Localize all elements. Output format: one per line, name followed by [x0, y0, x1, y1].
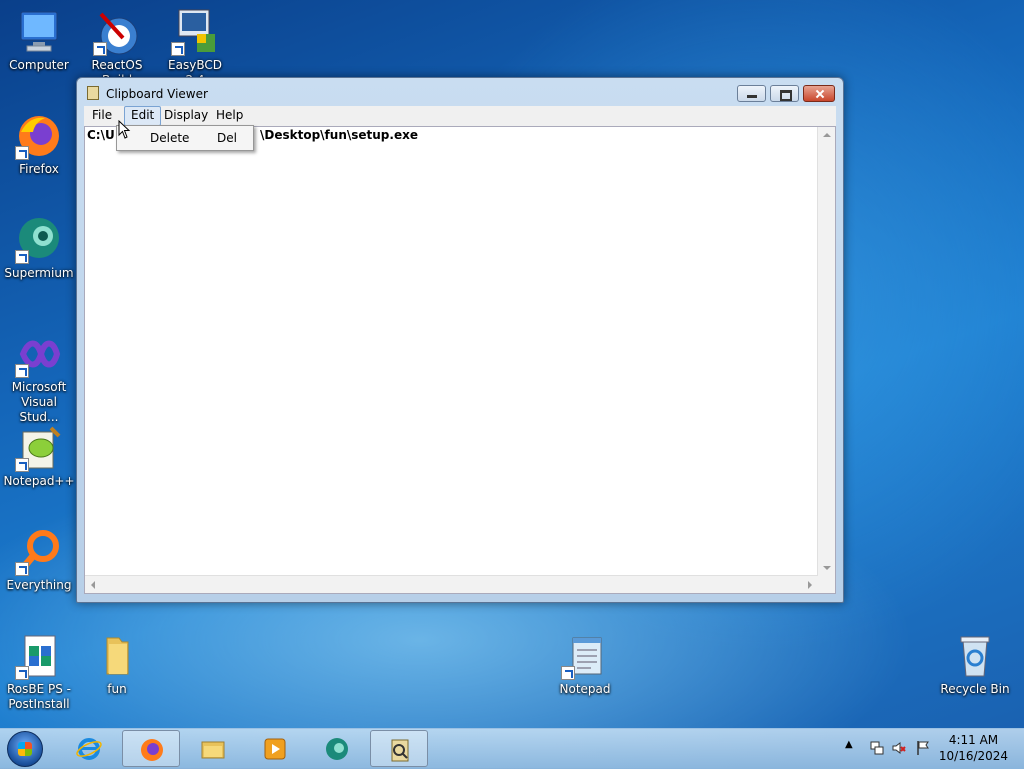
desktop-icon-label: Recycle Bin: [940, 682, 1010, 696]
desktop-icon-rosbe-postinstall[interactable]: RosBE PS - PostInstall: [3, 632, 75, 712]
folder-icon: [93, 632, 141, 680]
menu-display[interactable]: Display: [158, 106, 214, 126]
menu-file[interactable]: File: [86, 106, 118, 126]
taskbar-firefox[interactable]: [122, 730, 180, 767]
desktop-icon-supermium[interactable]: Supermium: [3, 216, 75, 281]
desktop-icon-firefox[interactable]: Firefox: [3, 112, 75, 177]
visual-studio-icon: [15, 330, 63, 378]
menu-bar: File Edit Display Help: [84, 106, 836, 126]
taskbar-media-player[interactable]: [246, 730, 304, 767]
scroll-left-icon[interactable]: [91, 581, 95, 589]
mouse-cursor-icon: [118, 120, 131, 139]
easybcd-icon: [171, 8, 219, 56]
shortcut-arrow-icon: [15, 250, 29, 264]
folder-icon: [201, 741, 225, 759]
vertical-scrollbar[interactable]: [817, 127, 835, 576]
desktop-icon-notepad-plus-plus[interactable]: Notepad++: [3, 424, 75, 489]
desktop-icon-label: Everything: [6, 578, 72, 592]
desktop-icon-label: Firefox: [19, 162, 59, 176]
recycle-bin-icon: [951, 632, 999, 680]
scrollbar-corner: [818, 576, 835, 593]
desktop-icon-label: fun: [107, 682, 127, 696]
firefox-icon: [141, 739, 163, 761]
desktop-icon-notepad[interactable]: Notepad: [549, 632, 621, 697]
desktop-icon-computer[interactable]: Computer: [3, 8, 75, 73]
scroll-down-icon[interactable]: [823, 566, 831, 570]
shortcut-arrow-icon: [171, 42, 185, 56]
horizontal-scrollbar[interactable]: [85, 575, 818, 593]
supermium-icon: [15, 216, 63, 264]
menu-item-label: Delete: [150, 131, 190, 145]
desktop-icon-label: Computer: [9, 58, 69, 72]
shortcut-arrow-icon: [93, 42, 107, 56]
clipboard-text-end: \Desktop\fun\setup.exe: [260, 128, 418, 142]
shortcut-arrow-icon: [15, 562, 29, 576]
media-player-icon: [264, 738, 286, 760]
window-title: Clipboard Viewer: [106, 87, 208, 101]
clipboard-text-start: C:\U: [87, 128, 115, 142]
desktop-icon-fun-folder[interactable]: fun: [81, 632, 153, 697]
desktop-icon-label: RosBE PS - PostInstall: [6, 682, 72, 711]
shortcut-arrow-icon: [15, 458, 29, 472]
notepad-plus-plus-icon: [15, 424, 63, 472]
desktop-icon-easybcd[interactable]: EasyBCD 2.4: [159, 8, 231, 88]
shortcut-arrow-icon: [15, 364, 29, 378]
taskbar-internet-explorer[interactable]: [60, 730, 118, 767]
everything-search-icon: [15, 528, 63, 576]
desktop-icon-label: Supermium: [4, 266, 74, 280]
desktop-icon-recycle-bin[interactable]: Recycle Bin: [939, 632, 1011, 697]
internet-explorer-icon: [76, 738, 102, 760]
clock-time: 4:11 AM: [948, 733, 999, 747]
clipboard-viewer-window: Clipboard Viewer File Edit Display Help …: [76, 77, 844, 603]
volume-muted-icon[interactable]: [891, 740, 907, 756]
start-button[interactable]: [7, 731, 43, 767]
clipboard-content-area[interactable]: C:\U \Desktop\fun\setup.exe: [84, 126, 836, 594]
reactos-build-icon: [93, 8, 141, 56]
edit-menu-dropdown: Delete Del: [116, 125, 254, 151]
desktop-icon-label: Microsoft Visual Stud...: [11, 380, 67, 424]
taskbar-supermium[interactable]: [308, 730, 366, 767]
action-center-flag-icon[interactable]: [915, 740, 931, 756]
scroll-up-icon[interactable]: [823, 133, 831, 137]
taskbar-file-explorer[interactable]: [184, 730, 242, 767]
supermium-icon: [326, 738, 348, 760]
menu-item-shortcut: Del: [217, 131, 237, 145]
scroll-right-icon[interactable]: [808, 581, 812, 589]
computer-icon: [15, 8, 63, 56]
minimize-button[interactable]: [737, 85, 766, 102]
desktop-icon-reactos-build[interactable]: ReactOS Build: [81, 8, 153, 88]
title-bar[interactable]: Clipboard Viewer: [77, 78, 843, 106]
tray-show-hidden-icon[interactable]: ▲: [845, 739, 853, 750]
menu-item-delete[interactable]: Delete Del: [117, 126, 253, 150]
clipboard-viewer-icon: [391, 739, 409, 762]
clipboard-icon: [87, 86, 99, 100]
notepad-icon: [561, 632, 609, 680]
desktop-icon-everything[interactable]: Everything: [3, 528, 75, 593]
shortcut-arrow-icon: [561, 666, 575, 680]
taskbar-clipboard-viewer[interactable]: [370, 730, 428, 767]
shortcut-arrow-icon: [15, 666, 29, 680]
desktop-icon-visual-studio[interactable]: Microsoft Visual Stud...: [3, 330, 75, 425]
desktop-icon-label: Notepad++: [3, 474, 75, 488]
firefox-icon: [15, 112, 63, 160]
maximize-button[interactable]: [770, 85, 799, 102]
taskbar-clock[interactable]: 4:11 AM 10/16/2024: [936, 732, 1011, 764]
close-button[interactable]: [803, 85, 835, 102]
clock-date: 10/16/2024: [938, 749, 1009, 763]
shortcut-arrow-icon: [15, 146, 29, 160]
rosbe-script-icon: [15, 632, 63, 680]
network-icon[interactable]: [869, 740, 885, 756]
desktop-icon-label: Notepad: [559, 682, 611, 696]
system-tray: ▲: [845, 738, 935, 758]
menu-help[interactable]: Help: [210, 106, 249, 126]
